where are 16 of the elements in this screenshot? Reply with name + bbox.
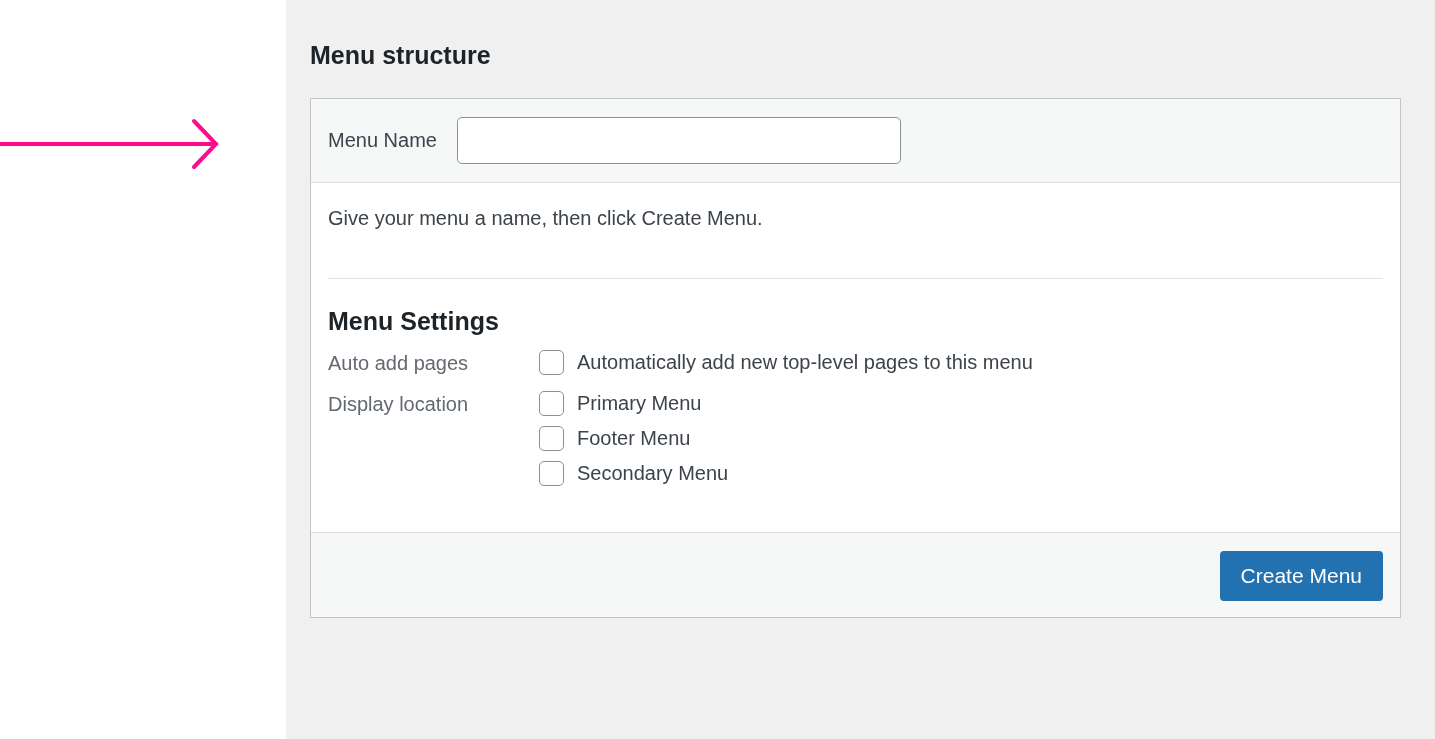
checkbox-label: Footer Menu	[577, 427, 691, 450]
checkbox-label: Secondary Menu	[577, 462, 729, 485]
menu-name-field[interactable]	[456, 117, 901, 164]
checkbox[interactable]	[539, 391, 564, 416]
checkbox[interactable]	[539, 350, 564, 375]
field-label: Menu Name	[328, 129, 437, 152]
section-heading: Menu structure	[310, 40, 492, 71]
settings-heading: Menu Settings	[328, 307, 500, 336]
setting-label: Display location	[328, 392, 470, 417]
checkbox-label: Automatically add new top-level pages to this menu	[577, 351, 1033, 374]
setting-label: Auto add pages	[328, 351, 470, 375]
checkbox[interactable]	[539, 426, 564, 451]
checkbox-label: Primary Menu	[577, 392, 702, 415]
create-menu-button[interactable]: Create Menu	[1219, 551, 1383, 601]
instruction-text: Give your menu a name, then click Create Menu.	[328, 207, 764, 230]
checkbox[interactable]	[539, 461, 564, 486]
